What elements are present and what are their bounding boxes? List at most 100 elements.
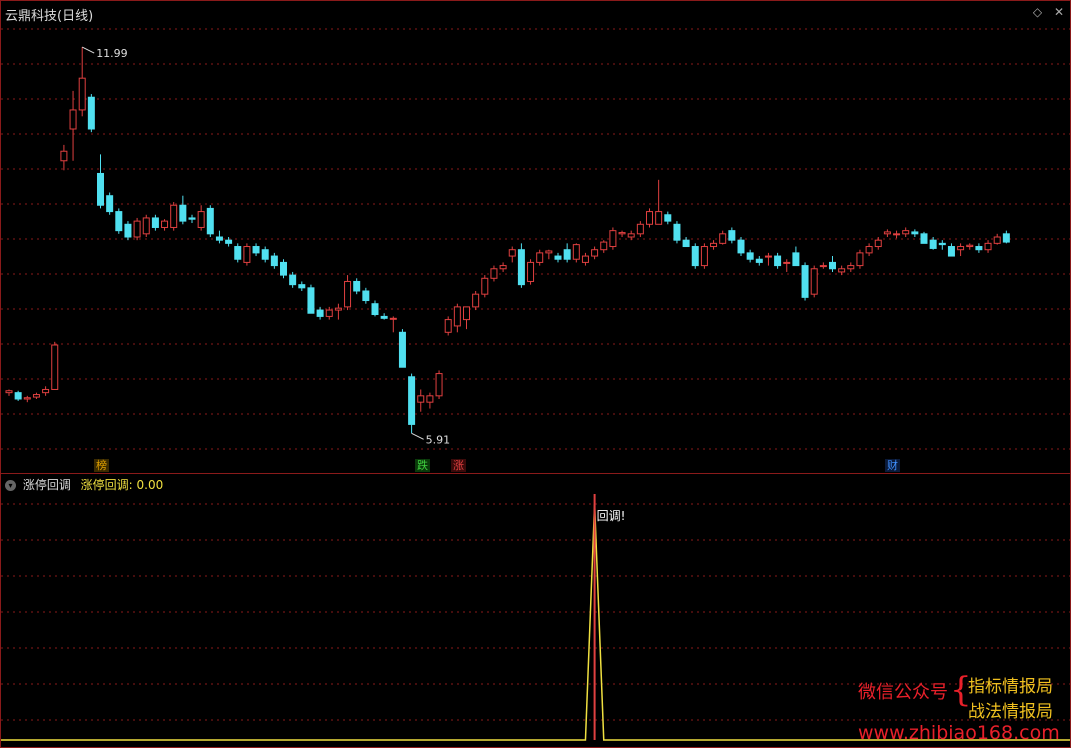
candle-body [243, 246, 251, 263]
candle-body [426, 395, 434, 403]
close-icon[interactable]: ✕ [1054, 5, 1064, 19]
watermark-line2: 指标情报局 [968, 677, 1053, 697]
candle-body [151, 217, 159, 228]
candle-body [774, 255, 782, 267]
candle-body [5, 390, 13, 394]
candlestick-chart[interactable]: 11.99 5.91 [1, 1, 1070, 473]
candle-body [527, 261, 535, 282]
candle-body [472, 293, 480, 308]
candle-body [179, 204, 187, 222]
candle-body [225, 239, 233, 244]
candle-body [554, 255, 562, 260]
candle-body [883, 231, 891, 235]
candle-body [902, 230, 910, 235]
candle-body [993, 236, 1001, 244]
candle-body [234, 246, 242, 260]
low-label: 5.91 [426, 433, 451, 446]
candle-body [563, 249, 571, 260]
candle-body [819, 265, 827, 268]
candle-body [673, 223, 681, 241]
candle-body [517, 249, 525, 286]
candle-body [591, 249, 599, 257]
candle-body [362, 290, 370, 302]
candle-body [490, 268, 498, 279]
diamond-icon[interactable]: ◇ [1033, 5, 1042, 19]
candle-body [389, 317, 397, 320]
candle-body [691, 246, 699, 267]
candle-body [609, 230, 617, 248]
candle-body [829, 261, 836, 270]
indicator-value: 涨停回调: 0.00 [80, 478, 164, 492]
candle-body [261, 249, 269, 260]
candle-body [69, 109, 77, 130]
tag-die-label: 跌 [417, 459, 428, 472]
candle-body [856, 252, 864, 267]
candle-body [307, 287, 315, 314]
candle-body [170, 204, 178, 228]
candle-body [380, 315, 388, 319]
indicator-chart[interactable]: 回调! [1, 474, 1070, 747]
candle-body [1002, 233, 1010, 243]
candle-body [938, 242, 946, 246]
candle-body [289, 274, 297, 286]
candle-body [801, 265, 809, 298]
candle-body [344, 280, 352, 308]
candle-body [874, 239, 882, 248]
candle-body [270, 255, 278, 267]
candle-body [481, 277, 489, 295]
candle-body [737, 239, 745, 254]
stock-title: 云鼎科技(日线) [5, 9, 94, 24]
candle-body [947, 246, 955, 257]
indicator-panel[interactable]: 回调! ▾ 涨停回调 涨停回调: 0.00 [0, 474, 1071, 748]
collapse-icon[interactable]: ▾ [5, 480, 16, 491]
candle-body [133, 220, 141, 238]
candle-body [325, 309, 333, 317]
candle-body [581, 255, 589, 263]
candle-body [655, 211, 663, 225]
signal-annotation: 回调! [597, 509, 626, 523]
candle-body [600, 241, 608, 251]
candle-body [51, 344, 59, 390]
tag-cai[interactable]: 财 [885, 459, 900, 472]
candle-body [398, 331, 406, 368]
candle-body [334, 307, 342, 311]
candle-body [215, 236, 223, 241]
high-label: 11.99 [96, 47, 128, 60]
candle-body [966, 244, 974, 248]
candle-body [838, 268, 846, 273]
candlestick-panel[interactable]: 11.99 5.91 云鼎科技(日线) ◇ ✕ 榜 跌 涨 财 [0, 0, 1071, 474]
candle-body [929, 239, 937, 249]
candle-body [783, 261, 791, 264]
candle-body [14, 392, 22, 400]
candle-body [23, 397, 31, 400]
candle-body [124, 223, 132, 238]
tag-zhang-label: 涨 [453, 459, 464, 472]
watermark-wechat: 微信公众号 [858, 682, 948, 703]
indicator-header: ▾ 涨停回调 涨停回调: 0.00 [5, 476, 163, 493]
candle-body [764, 255, 772, 258]
candle-body [142, 217, 150, 235]
candle-body [682, 239, 690, 248]
candle-body [161, 220, 169, 228]
candle-body [536, 252, 544, 263]
candle-body [106, 195, 114, 213]
candle-body [280, 261, 287, 276]
tag-die[interactable]: 跌 [415, 459, 430, 472]
candle-body [298, 284, 306, 289]
candle-body [32, 394, 40, 398]
tag-bang[interactable]: 榜 [94, 459, 109, 472]
indicator-name: 涨停回调 [22, 478, 71, 492]
candle-body [618, 232, 626, 235]
watermark-url: www.zhibiao168.com [858, 722, 1060, 744]
candle-body [42, 388, 50, 394]
candle-body [435, 373, 443, 397]
candle-body [627, 233, 635, 238]
candle-body [60, 150, 68, 162]
candle-body [728, 230, 736, 241]
candle-body [911, 231, 919, 235]
tag-zhang[interactable]: 涨 [451, 459, 466, 472]
candle-body [646, 211, 653, 225]
candle-body [444, 319, 452, 333]
candle-body [417, 395, 425, 403]
candle-body [87, 96, 95, 130]
